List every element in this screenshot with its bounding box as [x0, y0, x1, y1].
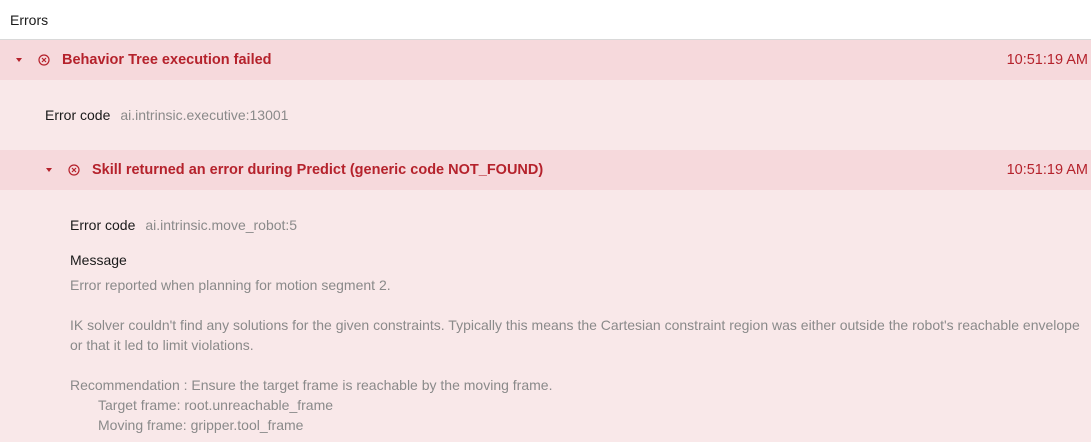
message-recommendation: Recommendation : Ensure the target frame…	[70, 377, 553, 393]
panel-title: Errors	[10, 11, 49, 28]
chevron-down-icon[interactable]	[46, 168, 52, 172]
chevron-down-icon[interactable]	[16, 58, 22, 62]
message-line: IK solver couldn't find any solutions fo…	[70, 317, 1080, 353]
panel-header: Errors	[0, 0, 1091, 40]
message-target-frame: Target frame: root.unreachable_frame	[98, 397, 334, 413]
error-code-value: ai.intrinsic.move_robot:5	[145, 217, 298, 233]
message-moving-frame: Moving frame: gripper.tool_frame	[98, 417, 304, 433]
error-details: Error code ai.intrinsic.move_robot:5 Mes…	[0, 190, 1091, 442]
error-timestamp: 10:51:19 AM	[1006, 162, 1088, 178]
error-code-label: Error code	[70, 217, 136, 233]
message-label: Message	[70, 252, 127, 268]
error-details: Error code ai.intrinsic.executive:13001	[0, 80, 1091, 150]
message-line: Error reported when planning for motion …	[70, 277, 391, 293]
error-row-skill[interactable]: Skill returned an error during Predict (…	[0, 150, 1091, 190]
error-code-value: ai.intrinsic.executive:13001	[120, 107, 289, 123]
error-code-row: Error code ai.intrinsic.move_robot:5	[70, 217, 297, 233]
errors-content: Behavior Tree execution failed 10:51:19 …	[0, 40, 1091, 442]
message-body: Error reported when planning for motion …	[70, 275, 1080, 435]
error-row-behavior-tree[interactable]: Behavior Tree execution failed 10:51:19 …	[0, 40, 1091, 80]
error-code-row: Error code ai.intrinsic.executive:13001	[45, 107, 288, 123]
error-timestamp: 10:51:19 AM	[1006, 52, 1088, 68]
error-title: Skill returned an error during Predict (…	[92, 162, 544, 178]
error-code-label: Error code	[45, 107, 111, 123]
error-circle-x-icon	[38, 54, 50, 66]
error-circle-x-icon	[68, 164, 80, 176]
error-title: Behavior Tree execution failed	[62, 52, 272, 68]
